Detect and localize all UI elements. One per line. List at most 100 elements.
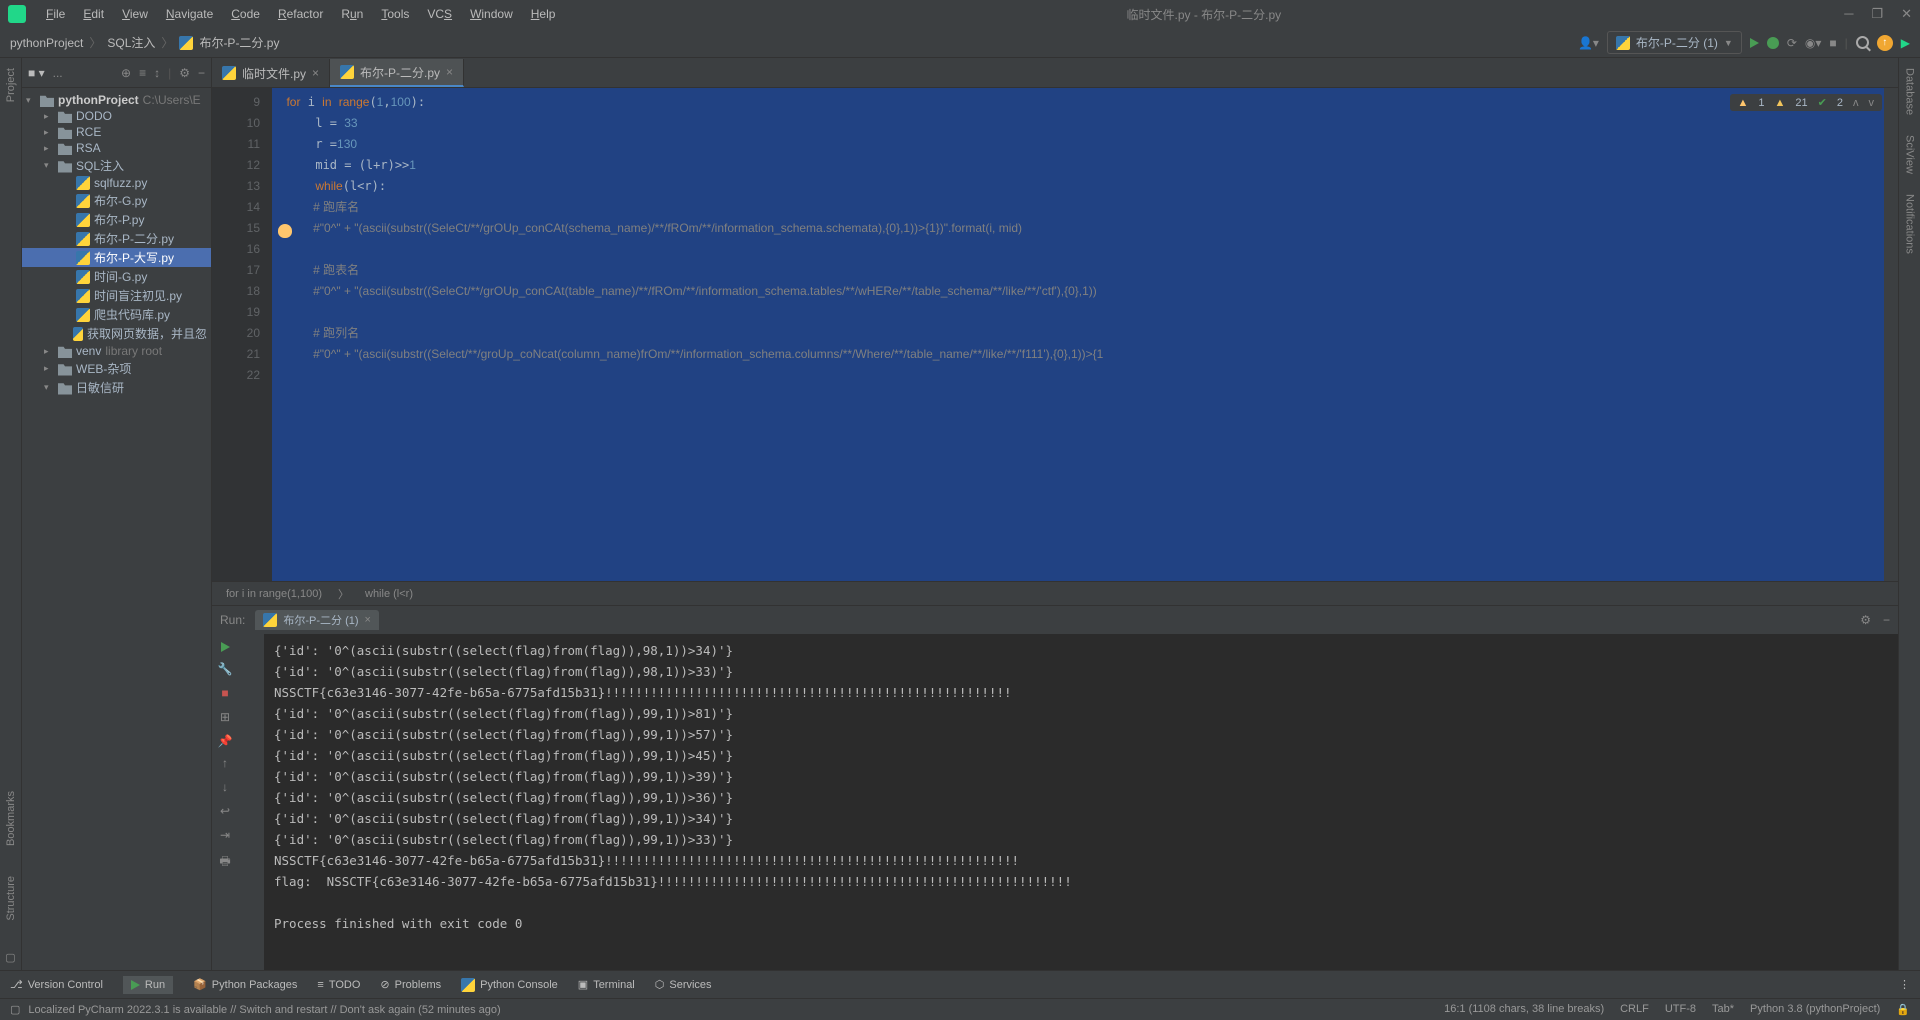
menu-vcs[interactable]: VCS	[419, 4, 460, 24]
sort-icon[interactable]: ↕	[154, 66, 160, 80]
tree-item[interactable]: sqlfuzz.py	[22, 175, 211, 191]
scroll-end-icon[interactable]: ⇥	[220, 828, 230, 842]
collapse-all-icon[interactable]: ...	[53, 66, 63, 80]
error-stripe[interactable]	[1884, 88, 1898, 581]
tree-item[interactable]: 时间盲注初见.py	[22, 286, 211, 305]
indent-info[interactable]: Tab*	[1712, 1003, 1734, 1016]
tree-item[interactable]: ▸WEB-杂项	[22, 359, 211, 378]
run-tab[interactable]: 布尔-P-二分 (1) ×	[255, 610, 379, 630]
run-button[interactable]: Run	[123, 976, 173, 994]
intention-bulb-icon[interactable]	[278, 224, 292, 238]
layout-icon[interactable]: ⊞	[220, 710, 230, 724]
close-icon[interactable]: ×	[312, 66, 319, 80]
gear-icon[interactable]: ⚙	[179, 66, 190, 80]
menu-tools[interactable]: Tools	[373, 4, 417, 24]
stop-button[interactable]: ■	[221, 686, 228, 700]
up-icon[interactable]: ↑	[222, 756, 228, 770]
tree-item[interactable]: 布尔-P-大写.py	[22, 248, 211, 267]
codewithme-icon[interactable]: ▶	[1901, 36, 1910, 50]
more-icon[interactable]: ⋮	[1899, 978, 1910, 991]
tree-item[interactable]: ▸RCE	[22, 124, 211, 140]
tree-item[interactable]: ▸RSA	[22, 140, 211, 156]
expand-icon[interactable]: ≡	[139, 66, 146, 80]
menu-edit[interactable]: Edit	[75, 4, 112, 24]
close-icon[interactable]: ×	[365, 614, 371, 626]
version-control-button[interactable]: ⎇Version Control	[10, 978, 103, 991]
pin-icon[interactable]: 📌	[218, 734, 233, 748]
debug-button[interactable]	[1767, 37, 1779, 49]
crumb-project[interactable]: pythonProject	[10, 36, 83, 50]
chevron-down-icon[interactable]: v	[1869, 97, 1875, 109]
menu-help[interactable]: Help	[523, 4, 564, 24]
project-tool-button[interactable]: Project	[5, 68, 17, 102]
tree-item[interactable]: 布尔-P-二分.py	[22, 229, 211, 248]
menu-view[interactable]: View	[114, 4, 156, 24]
hide-icon[interactable]: −	[1883, 613, 1890, 627]
project-root[interactable]: ▾pythonProject C:\Users\E	[22, 92, 211, 108]
minimize-button[interactable]: ─	[1844, 6, 1853, 22]
run-output[interactable]: {'id': '0^(ascii(substr((select(flag)fro…	[264, 634, 1898, 970]
run-button[interactable]	[1750, 38, 1759, 48]
menu-window[interactable]: Window	[462, 4, 521, 24]
ide-updates-icon[interactable]: ↑	[1877, 35, 1893, 51]
menu-run[interactable]: Run	[333, 4, 371, 24]
toolwindows-icon[interactable]: ▢	[10, 1003, 20, 1016]
menu-navigate[interactable]: Navigate	[158, 4, 221, 24]
search-icon[interactable]	[1856, 36, 1869, 49]
tree-item[interactable]: ▾SQL注入	[22, 156, 211, 175]
close-button[interactable]: ✕	[1901, 6, 1912, 22]
chevron-up-icon[interactable]: ʌ	[1853, 97, 1859, 109]
editor-tab[interactable]: 布尔-P-二分.py×	[330, 59, 464, 87]
tree-item[interactable]: 时间-G.py	[22, 267, 211, 286]
bookmarks-tool-button[interactable]: Bookmarks	[5, 791, 17, 846]
editor-tab[interactable]: 临时文件.py×	[212, 59, 330, 87]
services-button[interactable]: ⬡Services	[655, 978, 712, 991]
maximize-button[interactable]: ❐	[1871, 6, 1883, 22]
rerun-button[interactable]	[221, 642, 230, 652]
stop-button[interactable]: ■	[1829, 36, 1836, 50]
code-inspections[interactable]: ▲1 ▲21 ✔2 ʌ v	[1730, 94, 1883, 111]
terminal-button[interactable]: ▣Terminal	[578, 978, 635, 991]
locate-icon[interactable]: ⊕	[121, 66, 131, 80]
menu-code[interactable]: Code	[223, 4, 268, 24]
database-tool-button[interactable]: Database	[1904, 68, 1916, 115]
softwrap-icon[interactable]: ↩	[220, 804, 230, 818]
todo-button[interactable]: ≡TODO	[317, 979, 360, 991]
gear-icon[interactable]: ⚙	[1860, 613, 1871, 627]
print-icon[interactable]: 🖶	[219, 852, 230, 873]
crumb-folder[interactable]: SQL注入	[107, 34, 155, 51]
add-user-icon[interactable]: 👤▾	[1578, 36, 1599, 50]
file-encoding[interactable]: UTF-8	[1665, 1003, 1696, 1016]
menu-file[interactable]: File	[38, 4, 73, 24]
down-icon[interactable]: ↓	[222, 780, 228, 794]
crumb-file[interactable]: 布尔-P-二分.py	[199, 34, 279, 51]
interpreter[interactable]: Python 3.8 (pythonProject)	[1750, 1003, 1880, 1016]
crumb-scope-1[interactable]: for i in range(1,100)	[226, 588, 322, 600]
close-icon[interactable]: ×	[446, 65, 453, 79]
modify-run-icon[interactable]: 🔧	[218, 662, 233, 676]
tree-item[interactable]: 获取网页数据，并且忽	[22, 324, 211, 343]
tree-item[interactable]: 布尔-G.py	[22, 191, 211, 210]
menu-refactor[interactable]: Refactor	[270, 4, 331, 24]
toolwindow-button[interactable]: ▢	[5, 951, 15, 964]
status-message[interactable]: Localized PyCharm 2022.3.1 is available …	[28, 1004, 500, 1016]
code-area[interactable]: 910111213141516171819202122 for i in ran…	[212, 88, 1898, 581]
lock-icon[interactable]: 🔒	[1896, 1003, 1910, 1016]
tree-item[interactable]: 爬虫代码库.py	[22, 305, 211, 324]
problems-button[interactable]: ⊘Problems	[380, 978, 441, 991]
profile-button[interactable]: ◉▾	[1805, 36, 1822, 50]
sciview-tool-button[interactable]: SciView	[1904, 135, 1916, 174]
tree-item[interactable]: ▸DODO	[22, 108, 211, 124]
tree-item[interactable]: 布尔-P.py	[22, 210, 211, 229]
structure-tool-button[interactable]: Structure	[5, 876, 17, 921]
tree-item[interactable]: ▸venv library root	[22, 343, 211, 359]
run-config-selector[interactable]: 布尔-P-二分 (1) ▼	[1607, 31, 1742, 54]
hide-icon[interactable]: −	[198, 66, 205, 80]
python-packages-button[interactable]: 📦Python Packages	[193, 978, 297, 991]
notifications-tool-button[interactable]: Notifications	[1904, 194, 1916, 254]
project-tree[interactable]: ▾pythonProject C:\Users\E▸DODO▸RCE▸RSA▾S…	[22, 88, 211, 970]
crumb-scope-2[interactable]: while (l<r)	[365, 588, 413, 600]
project-view-selector[interactable]: ■ ▾	[28, 66, 45, 80]
coverage-button[interactable]: ⟳	[1787, 36, 1797, 50]
tree-item[interactable]: ▾日敏信研	[22, 378, 211, 397]
